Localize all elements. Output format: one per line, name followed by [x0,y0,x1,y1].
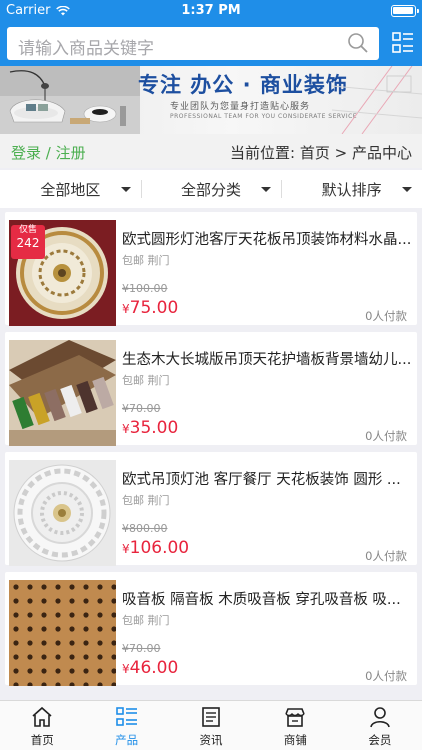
product-old-price: ¥70.00 [122,402,161,415]
app-screen: Carrier 1:37 PM 请输入商品关键字 专注 办公 · 商业装饰 专业… [0,0,422,750]
sale-badge-text: 仅售 [18,225,37,235]
filter-region-label: 全部地区 [40,180,101,199]
product-image [9,460,116,566]
breadcrumb-bar: 登录 / 注册 当前位置: 首页 > 产品中心 [0,134,422,168]
product-shipping: 包邮 荆门 [122,614,170,627]
price-value: 106.00 [129,538,190,558]
category-menu-button[interactable] [392,31,414,55]
breadcrumb: 当前位置: 首页 > 产品中心 [230,142,412,163]
product-price: ¥106.00 [122,538,189,558]
product-title[interactable]: 吸音板 隔音板 木质吸音板 穿孔吸音板 吸... [122,588,412,609]
header: Carrier 1:37 PM 请输入商品关键字 [0,0,422,66]
news-icon [200,706,222,732]
price-value: 75.00 [129,298,179,318]
product-price: ¥75.00 [122,298,178,318]
breadcrumb-label: 当前位置: [230,144,296,162]
tab-shop-label: 商铺 [283,733,307,747]
search-placeholder: 请输入商品关键字 [18,39,154,59]
tab-home-label: 首页 [30,733,54,747]
home-icon [31,706,53,732]
tab-home[interactable]: 首页 [0,701,84,750]
banner-decor-lines [332,66,422,134]
search-icon[interactable] [347,32,369,58]
promo-banner[interactable]: 专注 办公 · 商业装饰 专业团队为您量身打造贴心服务 PROFESSIONAL… [0,66,422,134]
login-register-link[interactable]: 登录 / 注册 [11,142,86,163]
product-paid-count: 0人付款 [365,429,407,443]
status-bar: Carrier 1:37 PM [0,0,422,22]
list-icon [115,706,138,732]
tab-news[interactable]: 资讯 [169,701,253,750]
filter-region[interactable]: 全部地区 [0,170,141,208]
tab-member-label: 会员 [368,733,392,747]
tab-products[interactable]: 产品 [84,701,168,750]
product-card[interactable]: 吸音板 隔音板 木质吸音板 穿孔吸音板 吸... 包邮 荆门 ¥70.00 ¥4… [5,572,417,686]
filter-sort-label: 默认排序 [321,180,382,199]
product-old-price: ¥70.00 [122,642,161,655]
product-image [9,580,116,686]
product-card[interactable]: 生态木大长城版吊顶天花护墙板背景墙幼儿... 包邮 荆门 ¥70.00 ¥35.… [5,332,417,446]
product-image: 仅售 242 [9,220,116,326]
caret-down-icon [402,187,413,192]
battery-icon [391,5,419,17]
product-image [9,340,116,446]
product-card[interactable]: 仅售 242 欧式圆形灯池客厅天花板吊顶装饰材料水晶... 包邮 荆门 ¥100… [5,212,417,326]
filter-bar: 全部地区 全部分类 默认排序 [0,170,422,208]
product-shipping: 包邮 荆门 [122,374,170,387]
banner-subtitle-en: PROFESSIONAL TEAM FOR YOU CONSIDERATE SE… [170,113,358,120]
shop-icon [284,706,306,732]
tab-shop[interactable]: 商铺 [253,701,337,750]
tab-products-label: 产品 [115,733,139,747]
grid-list-icon [392,32,413,53]
filter-category-label: 全部分类 [181,180,242,199]
product-price: ¥46.00 [122,658,178,678]
product-paid-count: 0人付款 [365,549,407,563]
sale-badge-number: 242 [16,236,40,250]
product-shipping: 包邮 荆门 [122,494,170,507]
product-price: ¥35.00 [122,418,178,438]
price-value: 35.00 [129,418,179,438]
clock: 1:37 PM [181,3,241,18]
banner-furniture-image [0,66,140,134]
filter-category[interactable]: 全部分类 [140,170,282,208]
caret-down-icon [261,187,272,192]
filter-sort[interactable]: 默认排序 [281,170,422,208]
price-currency: ¥ [122,422,130,436]
sale-badge: 仅售 242 [11,225,45,259]
price-currency: ¥ [122,542,130,556]
price-currency: ¥ [122,662,130,676]
bottom-tab-bar: 首页 产品 资讯 商铺 会员 [0,700,422,750]
product-paid-count: 0人付款 [365,669,407,683]
product-title[interactable]: 欧式吊顶灯池 客厅餐厅 天花板装饰 圆形 ... [122,468,412,489]
caret-down-icon [120,187,131,192]
product-title[interactable]: 欧式圆形灯池客厅天花板吊顶装饰材料水晶... [122,228,412,249]
tab-member[interactable]: 会员 [338,701,422,750]
breadcrumb-path[interactable]: 首页 > 产品中心 [300,144,412,162]
price-currency: ¥ [122,302,130,316]
member-icon [369,706,391,732]
product-card[interactable]: 欧式吊顶灯池 客厅餐厅 天花板装饰 圆形 ... 包邮 荆门 ¥800.00 ¥… [5,452,417,566]
banner-subtitle: 专业团队为您量身打造贴心服务 [170,102,311,112]
product-old-price: ¥800.00 [122,522,168,535]
product-shipping: 包邮 荆门 [122,254,170,267]
tab-news-label: 资讯 [199,733,223,747]
product-title[interactable]: 生态木大长城版吊顶天花护墙板背景墙幼儿... [122,348,412,369]
product-paid-count: 0人付款 [365,309,407,323]
search-input[interactable]: 请输入商品关键字 [7,27,379,60]
product-old-price: ¥100.00 [122,282,168,295]
banner-headline: 专注 办公 · 商业装饰 [138,73,348,97]
price-value: 46.00 [129,658,179,678]
